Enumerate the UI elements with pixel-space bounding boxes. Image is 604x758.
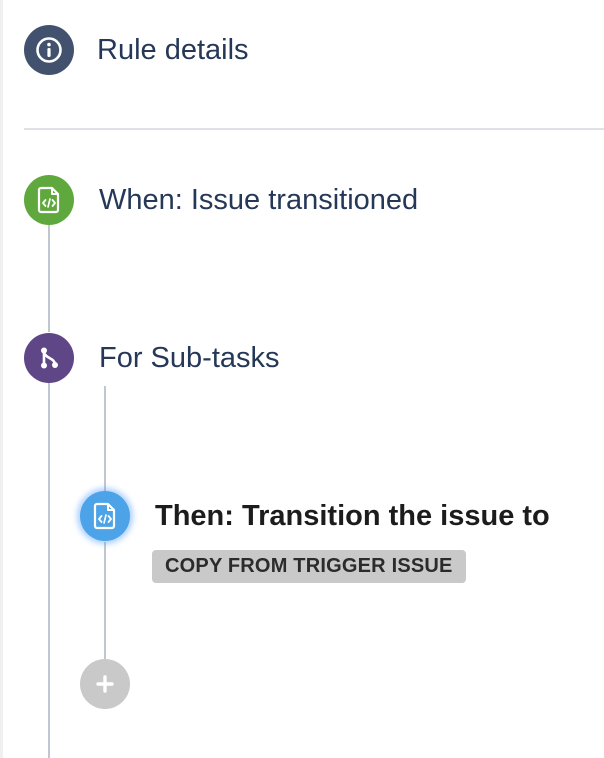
rule-details-label: Rule details [97, 33, 249, 66]
add-component-button[interactable] [80, 659, 130, 709]
automation-rule-editor: Rule details When: Issue transitioned Fo… [0, 0, 604, 758]
branch-connector-line [104, 386, 106, 492]
left-border [0, 0, 3, 758]
branch-icon [24, 333, 74, 383]
action-doc-icon [80, 491, 130, 541]
divider [24, 128, 604, 130]
action-component[interactable]: Then: Transition the issue to [80, 491, 550, 541]
trigger-label: When: Issue transitioned [99, 183, 419, 216]
connector-line [48, 222, 50, 332]
trigger-doc-icon [24, 175, 74, 225]
plus-icon [80, 659, 130, 709]
branch-connector-line [104, 542, 106, 660]
status-lozenge: COPY FROM TRIGGER ISSUE [152, 550, 466, 583]
branch-component[interactable]: For Sub-tasks [24, 333, 280, 383]
branch-label: For Sub-tasks [99, 341, 280, 374]
info-icon [24, 25, 74, 75]
action-label: Then: Transition the issue to [155, 499, 550, 532]
connector-line [48, 382, 50, 758]
rule-details-item[interactable]: Rule details [24, 25, 249, 75]
trigger-component[interactable]: When: Issue transitioned [24, 175, 418, 225]
